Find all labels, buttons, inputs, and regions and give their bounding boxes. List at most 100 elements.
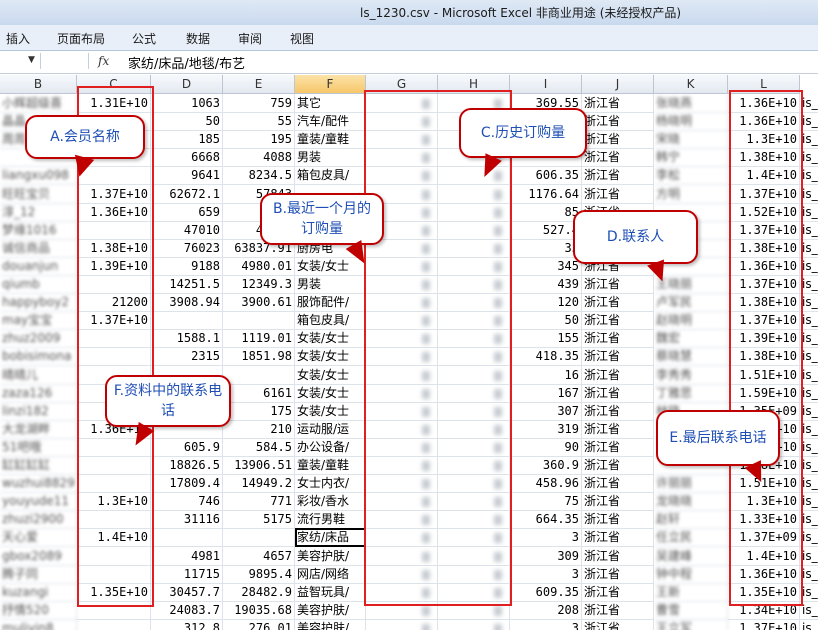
cell[interactable]: 汽车/配件 <box>295 112 366 132</box>
cell[interactable]: zhuzi2900 <box>0 510 77 530</box>
cell[interactable]: 浙江省 <box>582 112 654 132</box>
cell[interactable]: 584.5 <box>223 437 295 457</box>
cell[interactable]: 195 <box>223 130 295 150</box>
cell[interactable]: 淳_12 <box>0 202 77 222</box>
cell[interactable]: 4980.01 <box>223 256 295 276</box>
cell[interactable]: muliyin8 <box>0 618 77 630</box>
cell[interactable]: 童装/童鞋 <box>295 130 366 150</box>
cell[interactable]: 309 <box>510 546 582 566</box>
cell[interactable]: 浙江省 <box>582 383 654 403</box>
cell[interactable]: 12349.3 <box>223 275 295 294</box>
cell[interactable]: 旺旺宝贝 <box>0 184 77 204</box>
cell[interactable]: kuzangi <box>0 582 77 602</box>
cell[interactable]: 609.35 <box>510 582 582 602</box>
cell[interactable]: 167 <box>510 383 582 403</box>
cell[interactable]: 浙江省 <box>582 329 654 349</box>
cell[interactable]: 50 <box>510 311 582 331</box>
cell[interactable]: 9895.4 <box>223 564 295 584</box>
cell[interactable]: 浙江省 <box>582 347 654 367</box>
cell[interactable]: 62672.1 <box>151 184 223 204</box>
cell[interactable]: 运动服/运 <box>295 419 366 439</box>
cell[interactable]: liangxu098 <box>0 166 77 186</box>
tab-formulas[interactable]: 公式 <box>132 30 156 47</box>
cell[interactable]: 19035.68 <box>223 600 295 620</box>
cell[interactable]: 浙江省 <box>582 546 654 566</box>
cell[interactable]: 51吧哦 <box>0 437 77 457</box>
cell[interactable]: 14949.2 <box>223 474 295 494</box>
cell[interactable]: 许丽丽 <box>654 474 728 494</box>
cell[interactable]: 2315 <box>151 347 223 367</box>
column-header-f[interactable]: F <box>295 75 366 94</box>
cell[interactable]: is_ <box>800 619 818 630</box>
chevron-down-icon[interactable]: ▼ <box>28 55 35 65</box>
cell[interactable]: 吴建峰 <box>654 546 728 566</box>
cell[interactable]: 浙江省 <box>582 365 654 385</box>
cell[interactable]: 浙江省 <box>582 275 654 294</box>
cell[interactable]: 曹雪 <box>654 600 728 620</box>
cell[interactable]: 浙江省 <box>582 474 654 494</box>
cell[interactable]: 24083.7 <box>151 600 223 620</box>
cell[interactable]: qiumb <box>0 275 77 294</box>
cell[interactable]: 1119.01 <box>223 329 295 349</box>
cell[interactable]: 3 <box>510 618 582 630</box>
cell[interactable]: 8234.5 <box>223 166 295 186</box>
cell[interactable]: 1588.1 <box>151 329 223 349</box>
cell[interactable]: 卢军民 <box>654 293 728 313</box>
cell[interactable]: linzi182 <box>0 401 77 421</box>
cell[interactable]: zaza126 <box>0 383 77 403</box>
cell[interactable]: 759 <box>223 94 295 113</box>
cell[interactable]: 85 <box>510 202 582 222</box>
cell[interactable]: 魏宏 <box>654 329 728 349</box>
cell[interactable]: 浙江省 <box>582 618 654 630</box>
cell[interactable]: 418.35 <box>510 347 582 367</box>
cell[interactable] <box>151 528 223 548</box>
cell[interactable]: 浙江省 <box>582 528 654 548</box>
column-header-i[interactable]: I <box>510 75 582 94</box>
cell[interactable]: 55 <box>223 112 295 132</box>
cell[interactable]: 6161 <box>223 383 295 403</box>
cell[interactable]: 赵晓明 <box>654 311 728 331</box>
cell[interactable]: 345 <box>510 256 582 276</box>
cell[interactable]: 4657 <box>223 546 295 566</box>
cell[interactable]: 浙江省 <box>582 311 654 331</box>
cell[interactable] <box>77 618 151 630</box>
cell[interactable]: 浙江省 <box>582 510 654 530</box>
cell[interactable]: 浙江省 <box>582 148 654 168</box>
cell[interactable]: gbox2089 <box>0 546 77 566</box>
cell[interactable]: 1.37E+10 <box>728 618 800 630</box>
cell[interactable]: zhuz2009 <box>0 329 77 349</box>
cell[interactable]: 浙江省 <box>582 437 654 457</box>
cell[interactable]: 175 <box>223 401 295 421</box>
cell[interactable]: 5175 <box>223 510 295 530</box>
column-header-d[interactable]: D <box>151 75 223 94</box>
cell[interactable]: 659 <box>151 202 223 222</box>
tab-data[interactable]: 数据 <box>186 30 210 47</box>
cell[interactable]: 服饰配件/ <box>295 293 366 313</box>
cell[interactable]: 3 <box>510 564 582 584</box>
cell[interactable]: 王立军 <box>654 618 728 630</box>
cell[interactable]: 30457.7 <box>151 582 223 602</box>
column-header-j[interactable]: J <box>582 75 654 94</box>
cell[interactable]: 605.9 <box>151 437 223 457</box>
cell[interactable]: 浙江省 <box>582 166 654 186</box>
cell[interactable]: 3908.94 <box>151 293 223 313</box>
cell[interactable]: 浙江省 <box>582 293 654 313</box>
cell[interactable]: 6668 <box>151 148 223 168</box>
cell[interactable]: wuzhui8829 <box>0 474 77 494</box>
cell[interactable]: 晴晴儿 <box>0 365 77 385</box>
cell[interactable]: 312.8 <box>151 618 223 630</box>
cell[interactable]: 47010 <box>151 220 223 240</box>
cell[interactable]: 流行男鞋 <box>295 510 366 530</box>
cell[interactable]: 276.01 <box>223 618 295 630</box>
cell[interactable]: 90 <box>510 437 582 457</box>
cell[interactable]: 童装/童鞋 <box>295 456 366 475</box>
cell[interactable]: 155 <box>510 329 582 349</box>
cell[interactable] <box>151 311 223 331</box>
cell[interactable]: 梦缘1016 <box>0 220 77 240</box>
name-box[interactable]: ▼ <box>0 53 41 69</box>
cell[interactable]: 男装 <box>295 275 366 294</box>
cell[interactable]: 钟中程 <box>654 564 728 584</box>
cell[interactable]: 210 <box>223 419 295 439</box>
cell[interactable]: 诚信商品 <box>0 238 77 258</box>
cell[interactable]: 50 <box>151 112 223 132</box>
